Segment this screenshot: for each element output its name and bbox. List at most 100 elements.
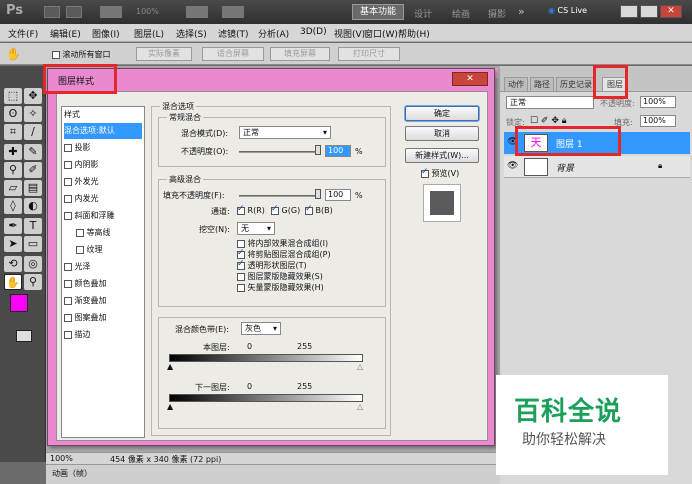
screen-mode-icon[interactable] xyxy=(222,6,244,18)
minimize-icon[interactable]: ‒ xyxy=(620,5,638,18)
style-item[interactable]: 外发光 xyxy=(64,174,142,190)
style-checkbox[interactable] xyxy=(64,313,72,322)
eyedropper-icon[interactable]: ∕ xyxy=(24,124,42,140)
magic-wand-icon[interactable]: ✧ xyxy=(24,106,42,122)
style-item[interactable]: 等高线 xyxy=(76,225,142,241)
this-layer-black-slider-icon[interactable]: ▲ xyxy=(167,362,173,371)
underlying-gradient[interactable] xyxy=(169,394,363,402)
visibility-eye-icon[interactable]: 👁 xyxy=(507,161,518,171)
blend-mode-select[interactable]: 正常 ▾ xyxy=(239,126,331,139)
ok-button[interactable]: 确定 xyxy=(405,106,479,121)
gradient-tool-icon[interactable]: ▤ xyxy=(24,180,42,196)
menu-item[interactable]: 分析(A) xyxy=(258,27,289,40)
menu-item[interactable]: 编辑(E) xyxy=(50,27,81,40)
style-item[interactable]: 内发光 xyxy=(64,191,142,207)
advanced-option-checkbox[interactable] xyxy=(237,248,245,259)
move-tool-icon[interactable]: ✥ xyxy=(24,88,42,104)
dialog-close-icon[interactable]: ✕ xyxy=(452,72,488,86)
lock-icons[interactable]: ☐ ✐ ✥ 🔒︎ xyxy=(530,116,567,126)
scroll-all-checkbox[interactable] xyxy=(52,50,60,59)
brush-tool-icon[interactable]: ✎ xyxy=(24,144,42,160)
advanced-option[interactable]: 将剪贴图层混合成组(P) xyxy=(237,248,331,260)
type-tool-icon[interactable]: T xyxy=(24,218,42,234)
mini-bridge-icon[interactable] xyxy=(66,6,82,18)
close-icon[interactable]: ✕ xyxy=(660,5,682,18)
3d-rotate-icon[interactable]: ⟲ xyxy=(4,256,22,272)
style-item[interactable]: 纹理 xyxy=(76,242,142,258)
actual-pixels-button[interactable]: 实际像素 xyxy=(136,47,192,61)
menu-item[interactable]: 窗口(W) xyxy=(364,27,398,40)
style-item[interactable]: 内阴影 xyxy=(64,157,142,173)
advanced-option-checkbox[interactable] xyxy=(237,259,245,270)
clone-stamp-icon[interactable]: ⚲ xyxy=(4,162,22,178)
fill-screen-button[interactable]: 填充屏幕 xyxy=(270,47,330,61)
channel-r[interactable]: R(R) xyxy=(237,204,265,215)
preview-checkbox[interactable] xyxy=(421,167,429,178)
menu-item[interactable]: 文件(F) xyxy=(8,27,38,40)
hand-tool-icon-box[interactable]: ✋ xyxy=(4,274,22,290)
scroll-all-windows[interactable]: 滚动所有窗口 xyxy=(52,49,111,60)
workspace-photo[interactable]: 摄影 xyxy=(488,7,506,20)
style-item[interactable]: 图案叠加 xyxy=(64,310,142,326)
pen-tool-icon[interactable]: ✒ xyxy=(4,218,22,234)
this-layer-white-slider-icon[interactable]: △ xyxy=(357,362,363,371)
menu-item[interactable]: 选择(S) xyxy=(176,27,207,40)
channel-r-checkbox[interactable] xyxy=(237,204,245,215)
advanced-option[interactable]: 透明形状图层(T) xyxy=(237,259,307,271)
advanced-option-checkbox[interactable] xyxy=(237,272,245,281)
extras-icon[interactable] xyxy=(100,6,122,18)
workspace-essentials[interactable]: 基本功能 xyxy=(352,4,404,20)
cancel-button[interactable]: 取消 xyxy=(405,126,479,141)
style-checkbox[interactable] xyxy=(64,296,72,305)
fill-opacity-input[interactable]: 100 xyxy=(325,189,351,201)
cs-live[interactable]: ◉ CS Live xyxy=(548,6,587,15)
style-checkbox[interactable] xyxy=(64,262,72,271)
tab-actions[interactable]: 动作 xyxy=(504,77,528,91)
marquee-tool-icon[interactable]: ⬚ xyxy=(4,88,22,104)
fill-opacity-slider[interactable] xyxy=(239,195,319,197)
knockout-select[interactable]: 无 ▾ xyxy=(237,222,275,235)
this-layer-gradient[interactable] xyxy=(169,354,363,362)
menu-item[interactable]: 滤镜(T) xyxy=(218,27,249,40)
quick-mask-icon[interactable] xyxy=(16,330,32,342)
layer-blend-mode[interactable]: 正常 xyxy=(506,96,594,109)
menu-item[interactable]: 帮助(H) xyxy=(398,27,430,40)
style-checkbox[interactable] xyxy=(76,228,84,237)
layer-name[interactable]: 背景 xyxy=(556,161,574,174)
preview-toggle[interactable]: 预览(V) xyxy=(421,167,459,179)
fit-screen-button[interactable]: 适合屏幕 xyxy=(202,47,264,61)
opacity-slider-handle[interactable] xyxy=(315,145,321,155)
zoom-tool-icon[interactable]: ⚲ xyxy=(24,274,42,290)
fill-input[interactable]: 100% xyxy=(640,115,676,127)
style-item[interactable]: 光泽 xyxy=(64,259,142,275)
workspace-design[interactable]: 设计 xyxy=(414,7,432,20)
style-checkbox[interactable] xyxy=(64,177,72,186)
channel-b-checkbox[interactable] xyxy=(305,204,313,215)
animation-tab[interactable]: 动画（帧） xyxy=(52,468,92,479)
arrange-icon[interactable] xyxy=(186,6,208,18)
style-checkbox[interactable] xyxy=(76,245,84,254)
advanced-option[interactable]: 矢量蒙版隐藏效果(H) xyxy=(237,282,324,293)
advanced-option-checkbox[interactable] xyxy=(237,283,245,292)
blend-if-select[interactable]: 灰色 ▾ xyxy=(241,322,281,335)
style-item[interactable]: 投影 xyxy=(64,140,142,156)
advanced-option[interactable]: 将内部效果混合成组(I) xyxy=(237,238,328,249)
history-brush-icon[interactable]: ✐ xyxy=(24,162,42,178)
healing-brush-icon[interactable]: ✚ xyxy=(4,144,22,160)
fill-opacity-handle[interactable] xyxy=(315,189,321,199)
menu-item[interactable]: 3D(D) xyxy=(300,27,327,37)
3d-orbit-icon[interactable]: ◎ xyxy=(24,256,42,272)
style-checkbox[interactable] xyxy=(64,143,72,152)
style-checkbox[interactable] xyxy=(64,211,72,220)
style-item[interactable]: 斜面和浮雕 xyxy=(64,208,142,224)
opacity-slider[interactable] xyxy=(239,151,319,153)
blur-tool-icon[interactable]: ◊ xyxy=(4,198,22,214)
tab-paths[interactable]: 路径 xyxy=(530,77,554,91)
shape-tool-icon[interactable]: ▭ xyxy=(24,236,42,252)
channel-g[interactable]: G(G) xyxy=(271,204,300,215)
foreground-color-swatch[interactable] xyxy=(10,294,28,312)
menu-item[interactable]: 视图(V) xyxy=(334,27,365,40)
opacity-input[interactable]: 100 xyxy=(325,145,351,157)
underlying-black-slider-icon[interactable]: ▲ xyxy=(167,402,173,411)
path-select-icon[interactable]: ➤ xyxy=(4,236,22,252)
